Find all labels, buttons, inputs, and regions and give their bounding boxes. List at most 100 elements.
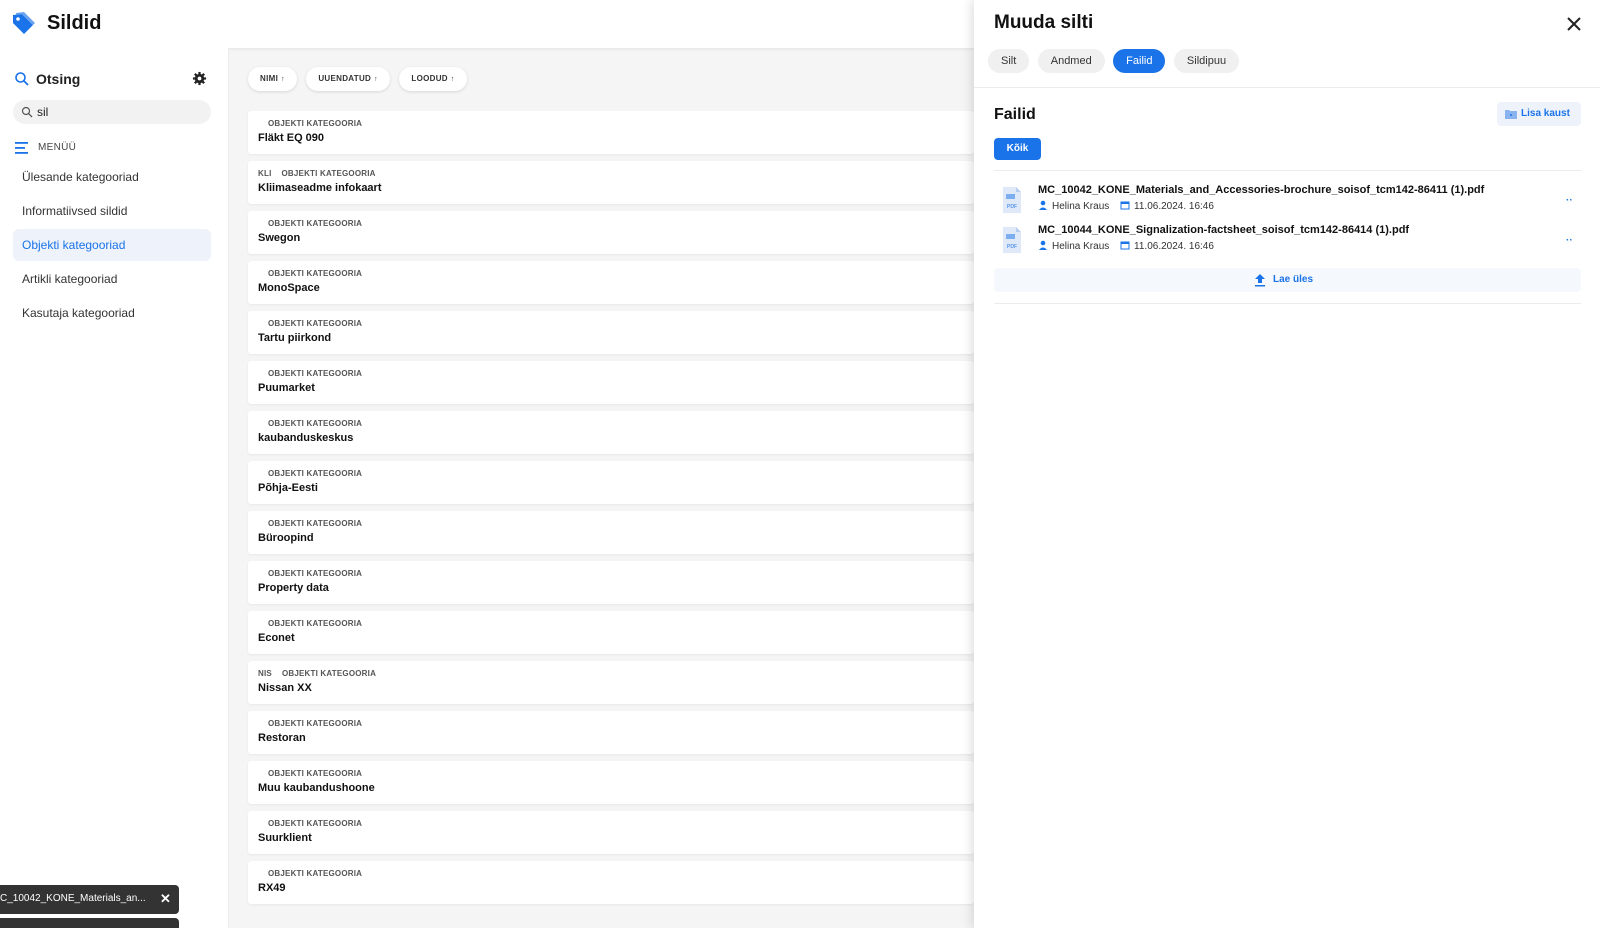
folder-icon — [1505, 110, 1517, 119]
row-category: OBJEKTI KATEGOORIA — [258, 269, 362, 278]
menu-icon[interactable] — [15, 141, 31, 155]
row-category-label: OBJEKTI KATEGOORIA — [268, 219, 363, 228]
list-item[interactable]: OBJEKTI KATEGOORIA Põhja-Eesti — [248, 461, 974, 504]
row-name: Kliimaseadme infokaart — [258, 182, 382, 194]
list-item[interactable]: OBJEKTI KATEGOORIA Muu kaubandushoone — [248, 761, 974, 804]
row-name: RX49 — [258, 882, 286, 894]
sidebar-item-ulesande-kategooriad[interactable]: Ülesande kategooriad — [13, 161, 211, 193]
more-options-icon[interactable]: ·· — [1566, 235, 1573, 246]
search-icon — [21, 106, 33, 118]
search-header: Otsing — [14, 70, 210, 90]
row-name: kaubanduskeskus — [258, 432, 354, 444]
row-name: Muu kaubandushoone — [258, 782, 375, 794]
search-label: Otsing — [36, 71, 81, 87]
sort-arrow-icon: ↑ — [450, 76, 455, 83]
sidebar-item-objekti-kategooriad[interactable]: Objekti kategooriad — [13, 229, 211, 261]
list-item[interactable]: OBJEKTI KATEGOORIA Swegon — [248, 211, 974, 254]
row-category: OBJEKTI KATEGOORIA — [258, 119, 362, 128]
more-options-icon[interactable]: ·· — [1566, 195, 1573, 206]
file-name: MC_10042_KONE_Materials_and_Accessories-… — [1038, 184, 1485, 196]
file-item[interactable]: PDF MC_10044_KONE_Signalization-factshee… — [994, 221, 1581, 259]
pdf-file-icon: PDF — [1003, 227, 1021, 253]
row-code: NIS — [258, 669, 272, 678]
row-category-label: OBJEKTI KATEGOORIA — [268, 269, 363, 278]
user-icon — [1039, 200, 1047, 210]
tab-sildipuu[interactable]: Sildipuu — [1173, 49, 1240, 73]
close-icon[interactable] — [1565, 15, 1583, 33]
search-icon — [15, 72, 29, 86]
row-category: OBJEKTI KATEGOORIA — [258, 819, 362, 828]
menu-label: MENÜÜ — [38, 142, 77, 153]
row-category: OBJEKTI KATEGOORIA — [258, 869, 362, 878]
file-date: 11.06.2024. 16:46 — [1134, 201, 1214, 212]
row-category: KLI OBJEKTI KATEGOORIA — [258, 169, 376, 178]
row-category-label: OBJEKTI KATEGOORIA — [281, 669, 377, 678]
row-category-label: OBJEKTI KATEGOORIA — [268, 319, 363, 328]
filter-all-button[interactable]: Kõik — [994, 138, 1041, 160]
row-category: OBJEKTI KATEGOORIA — [258, 519, 362, 528]
row-category: OBJEKTI KATEGOORIA — [258, 369, 362, 378]
sidebar-item-artikli-kategooriad[interactable]: Artikli kategooriad — [13, 263, 211, 295]
file-meta: Helina Kraus 11.06.2024. 16:46 — [1038, 240, 1214, 252]
list-item[interactable]: OBJEKTI KATEGOORIA Property data — [248, 561, 974, 604]
sort-bar: NIMI ↑ UUENDATUD ↑ LOODUD ↑ — [248, 67, 472, 91]
tab-andmed[interactable]: Andmed — [1037, 49, 1105, 73]
divider — [994, 303, 1581, 304]
row-name: Tartu piirkond — [258, 332, 332, 344]
row-category-label: OBJEKTI KATEGOORIA — [268, 569, 363, 578]
list-item[interactable]: OBJEKTI KATEGOORIA RX49 — [248, 861, 974, 904]
list-item[interactable]: NIS OBJEKTI KATEGOORIA Nissan XX — [248, 661, 974, 704]
row-category: OBJEKTI KATEGOORIA — [258, 719, 362, 728]
menu-list: Ülesande kategooriad Informatiivsed sild… — [13, 161, 211, 331]
tag-list: OBJEKTI KATEGOORIA Fläkt EQ 090 KLI OBJEKT… — [248, 111, 974, 911]
row-category-label: OBJEKTI KATEGOORIA — [268, 819, 363, 828]
list-item[interactable]: OBJEKTI KATEGOORIA Restoran — [248, 711, 974, 754]
row-name: Econet — [258, 632, 295, 644]
list-item[interactable]: OBJEKTI KATEGOORIA Tartu piirkond — [248, 311, 974, 354]
row-category: NIS OBJEKTI KATEGOORIA — [258, 669, 376, 678]
svg-text:PDF: PDF — [1007, 204, 1017, 210]
user-icon — [1039, 240, 1047, 250]
list-item[interactable]: OBJEKTI KATEGOORIA Econet — [248, 611, 974, 654]
file-author: Helina Kraus — [1052, 241, 1110, 252]
sort-arrow-icon: ↑ — [374, 76, 378, 83]
row-name: Puumarket — [258, 382, 315, 394]
file-item[interactable]: PDF MC_10042_KONE_Materials_and_Accessor… — [994, 181, 1581, 219]
sort-name-chip[interactable]: NIMI ↑ — [248, 67, 297, 91]
list-item[interactable]: OBJEKTI KATEGOORIA MonoSpace — [248, 261, 974, 304]
search-input[interactable] — [37, 103, 197, 121]
list-item[interactable]: OBJEKTI KATEGOORIA Suurklient — [248, 811, 974, 854]
upload-toast — [0, 918, 179, 928]
row-category-label: OBJEKTI KATEGOORIA — [281, 169, 376, 178]
row-name: Property data — [258, 582, 329, 594]
row-category: OBJEKTI KATEGOORIA — [258, 219, 362, 228]
list-item[interactable]: OBJEKTI KATEGOORIA Puumarket — [248, 361, 974, 404]
sidebar-item-informatiivsed-sildid[interactable]: Informatiivsed sildid — [13, 195, 211, 227]
sort-updated-chip[interactable]: UUENDATUD ↑ — [306, 67, 390, 91]
row-name: MonoSpace — [258, 282, 320, 294]
add-folder-button[interactable]: Lisa kaust — [1497, 102, 1581, 126]
close-icon[interactable]: ✕ — [160, 891, 171, 907]
list-item[interactable]: KLI OBJEKTI KATEGOORIA Kliimaseadme infoka… — [248, 161, 974, 204]
section-title: Failid — [994, 106, 1036, 123]
edit-tag-drawer: Muuda silti Silt Andmed Failid Sildipuu … — [974, 0, 1600, 928]
row-name: Põhja-Eesti — [258, 482, 318, 494]
list-item[interactable]: OBJEKTI KATEGOORIA Büroopind — [248, 511, 974, 554]
tab-silt[interactable]: Silt — [988, 49, 1030, 73]
tab-failid[interactable]: Failid — [1113, 49, 1166, 73]
calendar-icon — [1120, 201, 1130, 210]
upload-toast: C_10042_KONE_Materials_an... ✕ — [0, 885, 179, 914]
sort-updated-label: UUENDATUD — [318, 74, 372, 83]
app-title: Sildid — [47, 12, 102, 34]
list-item[interactable]: OBJEKTI KATEGOORIA kaubanduskeskus — [248, 411, 974, 454]
drawer-tabs: Silt Andmed Failid Sildipuu — [988, 49, 1243, 73]
upload-button[interactable]: Lae üles — [994, 268, 1581, 292]
divider — [974, 87, 1600, 88]
gear-icon[interactable] — [192, 71, 207, 86]
tag-icon — [13, 12, 35, 34]
file-date: 11.06.2024. 16:46 — [1134, 241, 1214, 252]
sort-created-chip[interactable]: LOODUD ↑ — [399, 67, 467, 91]
list-item[interactable]: OBJEKTI KATEGOORIA Fläkt EQ 090 — [248, 111, 974, 154]
row-category: OBJEKTI KATEGOORIA — [258, 619, 362, 628]
sidebar-item-kasutaja-kategooriad[interactable]: Kasutaja kategooriad — [13, 297, 211, 329]
